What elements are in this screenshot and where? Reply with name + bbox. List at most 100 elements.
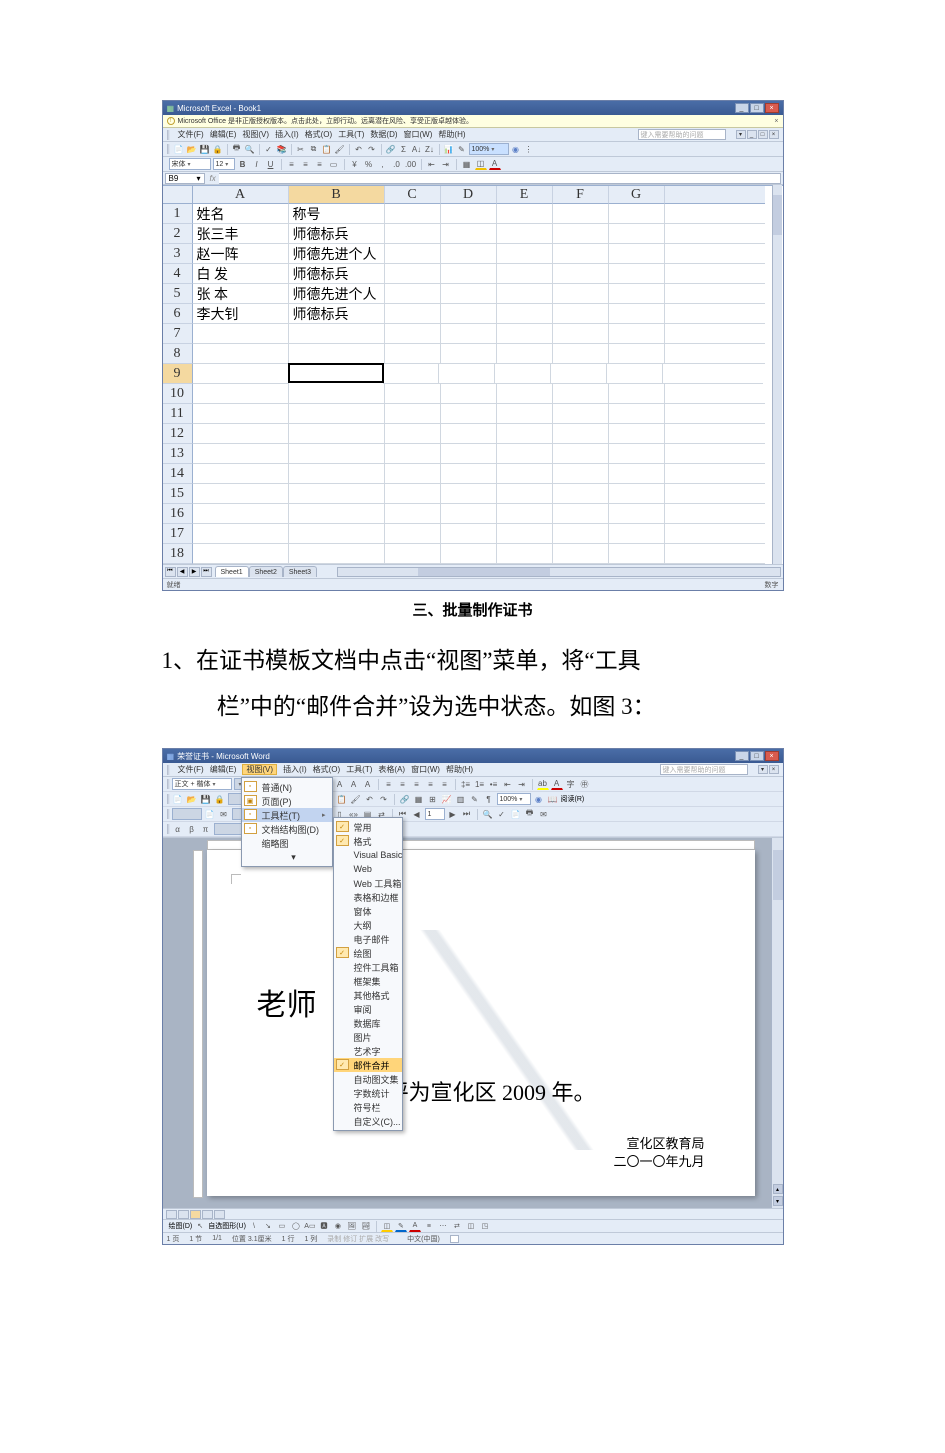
cell-D4[interactable] [441,264,497,284]
toolbar-menu-item[interactable]: 电子邮件 [334,932,402,946]
comma-icon[interactable]: , [377,158,389,170]
fill-color-icon[interactable]: ◫ [475,158,487,170]
help-search-input[interactable]: 键入需要帮助的问题 [660,764,748,775]
sheet-tab-3[interactable]: Sheet3 [283,566,317,577]
align-justify-icon[interactable]: ≡ [425,778,437,790]
cell-A12[interactable] [193,424,289,444]
line-style-icon[interactable]: ≡ [423,1220,435,1232]
cell-C2[interactable] [385,224,441,244]
view-web-icon[interactable] [178,1210,189,1219]
menu-format[interactable]: 格式(O) [313,764,341,775]
cell-C18[interactable] [385,544,441,564]
cell-C11[interactable] [385,404,441,424]
cell-F18[interactable] [553,544,609,564]
diagram-icon[interactable]: ◉ [332,1220,344,1232]
wordart-icon[interactable]: 🅰 [318,1220,330,1232]
prev-page-icon[interactable]: ▴ [773,1184,783,1194]
3d-icon[interactable]: ◳ [479,1220,491,1232]
toolbar-menu-item[interactable]: Web 工具箱 [334,876,402,890]
distribute-icon[interactable]: ≡ [439,778,451,790]
hyperlink-icon[interactable]: 🔗 [385,143,397,155]
cell-E18[interactable] [497,544,553,564]
font-color-icon[interactable]: A [551,778,563,790]
zoom-combo[interactable]: 100%▾ [469,143,509,155]
menu-data[interactable]: 数据(D) [370,129,397,140]
char-border-icon[interactable]: A [334,778,346,790]
permission-icon[interactable]: 🔒 [212,143,224,155]
dash-style-icon[interactable]: ⋯ [437,1220,449,1232]
cell-G9[interactable] [607,364,663,384]
row-header-16[interactable]: 16 [163,504,193,524]
tables-borders-icon[interactable]: ▦ [413,793,425,805]
permission-icon[interactable]: 🔒 [214,793,226,805]
row-header-5[interactable]: 5 [163,284,193,304]
enclose-icon[interactable]: ㊥ [579,778,591,790]
menu-tools[interactable]: 工具(T) [346,764,372,775]
mdi-close-icon[interactable]: □ [758,130,768,139]
cell-D2[interactable] [441,224,497,244]
cell-G16[interactable] [609,504,665,524]
cell-E11[interactable] [497,404,553,424]
cell-B11[interactable] [289,404,385,424]
cell-A14[interactable] [193,464,289,484]
cell-B16[interactable] [289,504,385,524]
cell-E14[interactable] [497,464,553,484]
cell-A4[interactable]: 白 发 [193,264,289,284]
cell-E5[interactable] [497,284,553,304]
col-header-E[interactable]: E [497,186,553,204]
cell-D15[interactable] [441,484,497,504]
row-header-7[interactable]: 7 [163,324,193,344]
cell-B10[interactable] [289,384,385,404]
mm-merge-mail-icon[interactable]: ✉ [538,808,550,820]
cell-F17[interactable] [553,524,609,544]
horizontal-scrollbar[interactable] [337,567,780,577]
mm-last-icon[interactable]: ⏭ [461,808,473,820]
mdi-x-icon[interactable]: × [769,130,779,139]
redo-icon[interactable]: ↷ [378,793,390,805]
toolbar-menu-item[interactable]: Visual Basic [334,848,402,862]
cell-E10[interactable] [497,384,553,404]
cell-G11[interactable] [609,404,665,424]
cell-E3[interactable] [497,244,553,264]
mdi-minimize-icon[interactable]: ▾ [736,130,746,139]
open-icon[interactable]: 📂 [186,793,198,805]
mm-next-icon[interactable]: ▶ [447,808,459,820]
currency-icon[interactable]: ¥ [349,158,361,170]
cell-A8[interactable] [193,344,289,364]
cell-F1[interactable] [553,204,609,224]
menu-insert[interactable]: 插入(I) [275,129,299,140]
toolbar-menu-item[interactable]: ✓格式 [334,834,402,848]
read-icon[interactable]: 📖 [547,793,559,805]
dec-decimal-icon[interactable]: .00 [405,158,417,170]
close-button[interactable]: × [765,751,779,761]
menu-help[interactable]: 帮助(H) [438,129,465,140]
cell-A17[interactable] [193,524,289,544]
dec-indent-icon[interactable]: ⇤ [426,158,438,170]
view-menu-item[interactable]: 缩略图 [242,836,332,850]
mdi-x-icon[interactable]: × [769,765,779,774]
cell-D9[interactable] [439,364,495,384]
col-header-G[interactable]: G [609,186,665,204]
fx-icon[interactable]: fx [207,174,219,183]
cell-A16[interactable] [193,504,289,524]
cell-D16[interactable] [441,504,497,524]
cell-C5[interactable] [385,284,441,304]
cell-E6[interactable] [497,304,553,324]
help-search-input[interactable]: 键入需要帮助的问题 [638,129,726,140]
menu-window[interactable]: 窗口(W) [404,129,433,140]
cell-F13[interactable] [553,444,609,464]
cell-A2[interactable]: 张三丰 [193,224,289,244]
cell-E17[interactable] [497,524,553,544]
maximize-button[interactable]: □ [750,751,764,761]
cell-B17[interactable] [289,524,385,544]
cell-D13[interactable] [441,444,497,464]
cell-F11[interactable] [553,404,609,424]
bold-icon[interactable]: B [237,158,249,170]
phonetic-icon[interactable]: 字 [565,778,577,790]
view-outline-icon[interactable] [202,1210,213,1219]
cell-G6[interactable] [609,304,665,324]
cell-E4[interactable] [497,264,553,284]
cell-F7[interactable] [553,324,609,344]
undo-icon[interactable]: ↶ [364,793,376,805]
row-header-2[interactable]: 2 [163,224,193,244]
